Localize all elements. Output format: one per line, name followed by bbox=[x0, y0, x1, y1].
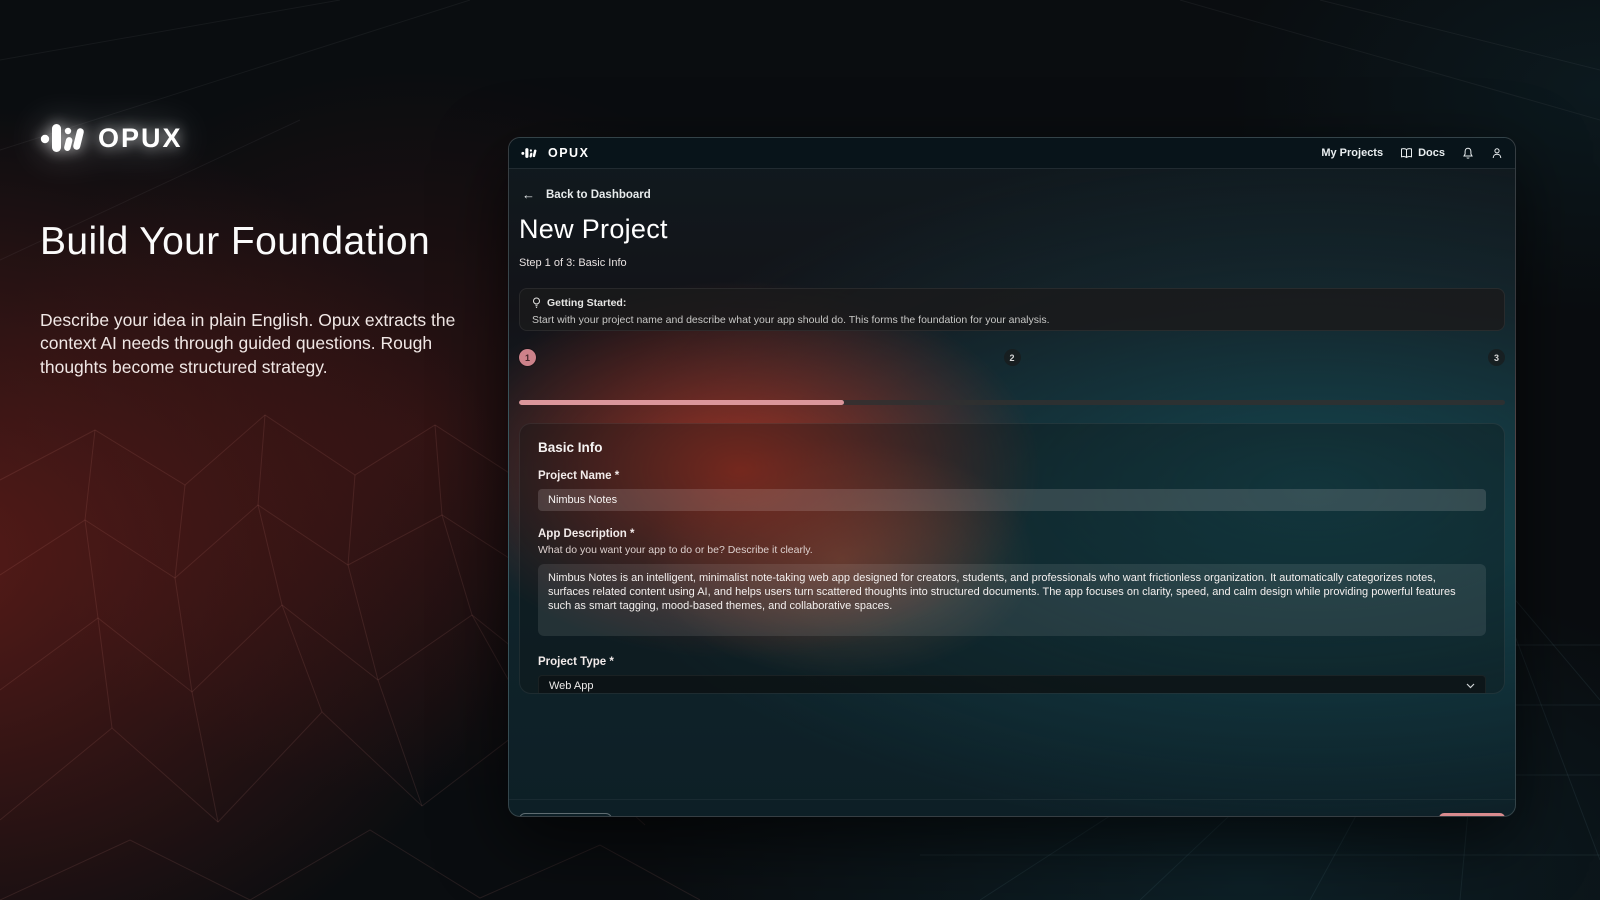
page-title: New Project bbox=[519, 214, 668, 245]
app-description-textarea[interactable]: Nimbus Notes is an intelligent, minimali… bbox=[538, 564, 1486, 636]
footer-divider bbox=[509, 799, 1515, 800]
opux-logo: OPUX bbox=[40, 118, 510, 158]
logo-wordmark: OPUX bbox=[98, 123, 183, 154]
book-icon bbox=[1400, 147, 1413, 159]
lightbulb-icon bbox=[532, 297, 541, 309]
tip-title: Getting Started: bbox=[547, 297, 626, 309]
header-logo-wordmark: OPUX bbox=[548, 146, 589, 160]
next-button[interactable]: Next → bbox=[1439, 813, 1505, 817]
hero-description: Describe your idea in plain English. Opu… bbox=[40, 309, 480, 379]
window-content: ← Back to Dashboard New Project Step 1 o… bbox=[509, 169, 1515, 816]
hero-heading: Build Your Foundation bbox=[40, 220, 510, 264]
nav-docs-label: Docs bbox=[1418, 147, 1445, 159]
progress-fill bbox=[519, 400, 844, 405]
previous-button[interactable]: ← Previous bbox=[519, 813, 612, 817]
back-arrow-icon: ← bbox=[522, 187, 535, 202]
header-nav: My Projects Docs bbox=[1321, 147, 1503, 160]
app-header: OPUX My Projects Docs bbox=[509, 138, 1515, 169]
chevron-down-icon bbox=[1466, 683, 1475, 689]
step-label: Step 1 of 3: Basic Info bbox=[519, 257, 627, 269]
notifications-button[interactable] bbox=[1462, 147, 1474, 160]
progress-bar bbox=[519, 400, 1505, 405]
header-logo[interactable]: OPUX bbox=[521, 146, 589, 160]
tip-body: Start with your project name and describ… bbox=[532, 314, 1492, 326]
header-logo-icon bbox=[521, 146, 538, 160]
app-window: OPUX My Projects Docs bbox=[508, 137, 1516, 817]
basic-info-card: Basic Info Project Name * App Descriptio… bbox=[519, 423, 1505, 694]
step-indicator-2[interactable]: 2 bbox=[1004, 349, 1021, 366]
hero-panel: OPUX Build Your Foundation Describe your… bbox=[40, 118, 510, 379]
user-icon bbox=[1491, 147, 1503, 160]
step-indicator-1[interactable]: 1 bbox=[519, 349, 536, 366]
nav-my-projects-label: My Projects bbox=[1321, 147, 1383, 159]
project-name-input[interactable] bbox=[538, 489, 1486, 511]
form-title: Basic Info bbox=[538, 440, 1486, 455]
step-indicator-3[interactable]: 3 bbox=[1488, 349, 1505, 366]
step-indicators: 1 2 3 bbox=[519, 349, 1505, 366]
app-description-helper: What do you want your app to do or be? D… bbox=[538, 544, 1486, 556]
getting-started-tip: Getting Started: Start with your project… bbox=[519, 288, 1505, 331]
app-description-label: App Description * bbox=[538, 528, 1486, 540]
project-type-value: Web App bbox=[549, 680, 593, 692]
nav-my-projects[interactable]: My Projects bbox=[1321, 147, 1383, 159]
project-type-select[interactable]: Web App bbox=[538, 675, 1486, 694]
opux-logo-icon bbox=[40, 118, 88, 158]
project-type-label: Project Type * bbox=[538, 656, 1486, 668]
back-to-dashboard-link[interactable]: ← Back to Dashboard bbox=[522, 187, 651, 202]
tip-title-row: Getting Started: bbox=[532, 297, 1492, 309]
project-name-label: Project Name * bbox=[538, 470, 1486, 482]
user-menu-button[interactable] bbox=[1491, 147, 1503, 160]
nav-docs[interactable]: Docs bbox=[1400, 147, 1445, 159]
back-link-label: Back to Dashboard bbox=[546, 189, 651, 201]
bell-icon bbox=[1462, 147, 1474, 160]
